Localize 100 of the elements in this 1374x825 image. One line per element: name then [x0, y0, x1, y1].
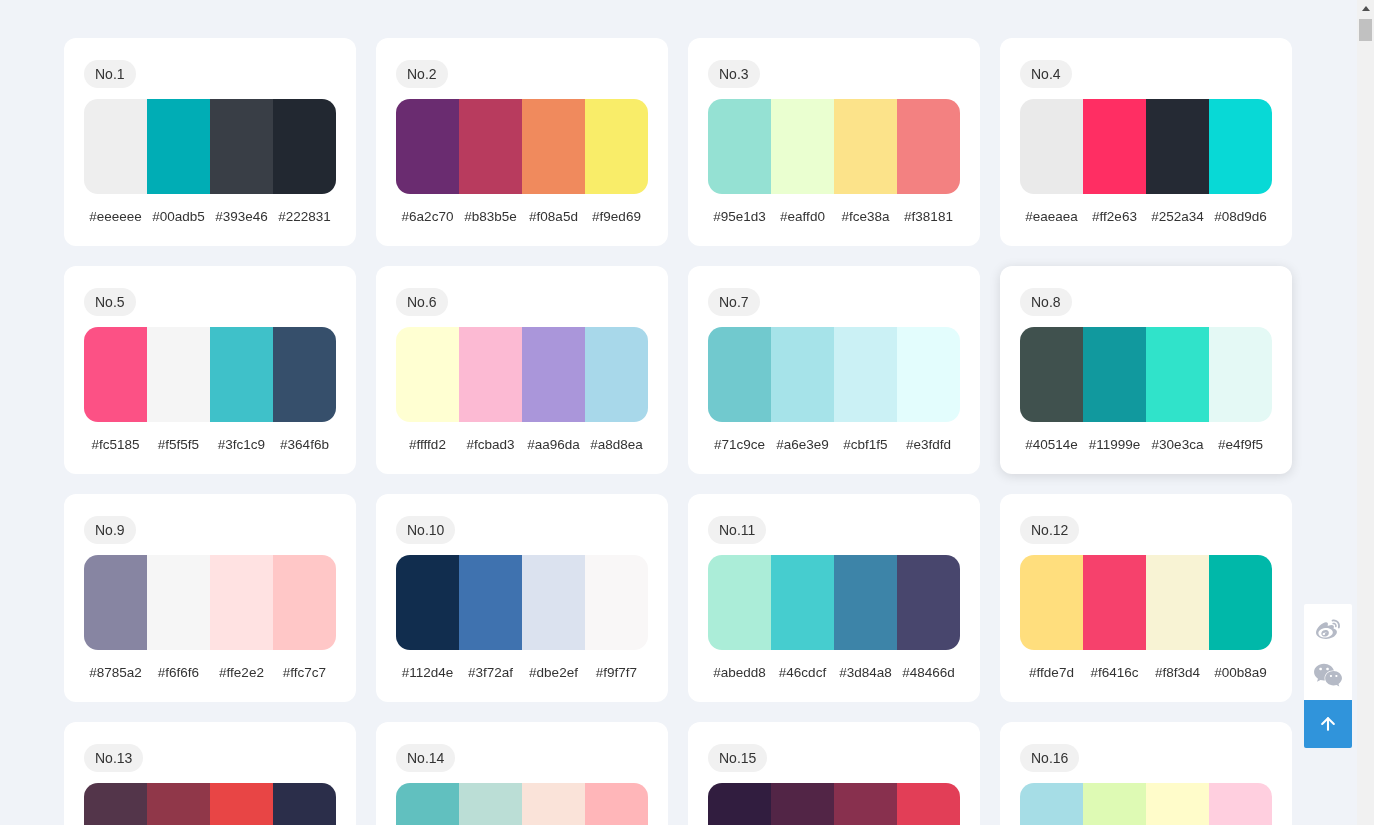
palette-card[interactable]: No.7 #71c9ce #a6e3e9 #cbf1f5 #e3fdfd: [688, 266, 980, 474]
color-swatch[interactable]: [1083, 327, 1146, 422]
hex-code: #f9f7f7: [594, 664, 639, 682]
color-swatch[interactable]: [84, 99, 147, 194]
color-swatch[interactable]: [708, 555, 771, 650]
color-swatch[interactable]: [1083, 99, 1146, 194]
color-swatch[interactable]: [1020, 99, 1083, 194]
palette-number: No.16: [1020, 744, 1080, 772]
hex-code: #3d84a8: [838, 664, 893, 682]
color-swatch[interactable]: [585, 555, 648, 650]
palette-card[interactable]: No.4 #eaeaea #ff2e63 #252a34 #08d9d6: [1000, 38, 1292, 246]
color-swatch[interactable]: [459, 99, 522, 194]
hex-code: #f8f3d4: [1153, 664, 1201, 682]
hex-code: #ff2e63: [1091, 208, 1138, 226]
chat-bubbles-icon[interactable]: [1313, 662, 1343, 688]
color-swatch[interactable]: [1020, 555, 1083, 650]
color-swatch[interactable]: [1209, 555, 1272, 650]
palette-number: No.8: [1020, 288, 1072, 316]
color-swatch[interactable]: [1146, 327, 1209, 422]
hex-code: #40514e: [1024, 436, 1079, 454]
palette-card[interactable]: No.10 #112d4e #3f72af #dbe2ef #f9f7f7: [376, 494, 668, 702]
color-swatch[interactable]: [147, 99, 210, 194]
color-swatch[interactable]: [147, 555, 210, 650]
palette-card[interactable]: No.8 #40514e #11999e #30e3ca #e4f9f5: [1000, 266, 1292, 474]
color-swatch[interactable]: [273, 327, 336, 422]
color-swatch[interactable]: [771, 555, 834, 650]
palette-card[interactable]: No.6 #ffffd2 #fcbad3 #aa96da #a8d8ea: [376, 266, 668, 474]
color-swatch[interactable]: [210, 327, 273, 422]
hex-code: #364f6b: [279, 436, 330, 454]
palette-card[interactable]: No.1 #eeeeee #00adb5 #393e46 #222831: [64, 38, 356, 246]
color-swatch[interactable]: [585, 99, 648, 194]
palette-number: No.11: [708, 516, 767, 544]
palette-number: No.15: [708, 744, 768, 772]
hex-code: #11999e: [1087, 436, 1142, 454]
palette-number: No.1: [84, 60, 136, 88]
palette-number: No.9: [84, 516, 136, 544]
color-swatch[interactable]: [708, 327, 771, 422]
back-to-top-button[interactable]: [1304, 700, 1352, 748]
color-swatch[interactable]: [210, 99, 273, 194]
palette-number: No.12: [1020, 516, 1080, 544]
hex-code: #f6416c: [1089, 664, 1140, 682]
hex-code: #f6f6f6: [156, 664, 201, 682]
up-arrow-icon: [1318, 714, 1338, 734]
color-swatch[interactable]: [708, 99, 771, 194]
hex-code: #eaeaea: [1024, 208, 1079, 226]
color-swatch[interactable]: [1209, 327, 1272, 422]
color-swatch[interactable]: [84, 327, 147, 422]
palette-card[interactable]: No.3 #95e1d3 #eaffd0 #fce38a #f38181: [688, 38, 980, 246]
color-swatch[interactable]: [84, 555, 147, 650]
hex-code: #fce38a: [840, 208, 891, 226]
scrollbar-thumb[interactable]: [1359, 19, 1372, 41]
hex-code: #222831: [277, 208, 332, 226]
color-swatch[interactable]: [585, 327, 648, 422]
palette-card[interactable]: No.2 #6a2c70 #b83b5e #f08a5d #f9ed69: [376, 38, 668, 246]
hex-code: #dbe2ef: [528, 664, 579, 682]
palette-number: No.10: [396, 516, 456, 544]
hex-code: #e4f9f5: [1216, 436, 1264, 454]
color-swatch[interactable]: [396, 327, 459, 422]
palette-card[interactable]: No.9 #8785a2 #f6f6f6 #ffe2e2 #ffc7c7: [64, 494, 356, 702]
color-swatch[interactable]: [210, 555, 273, 650]
hex-code: #08d9d6: [1213, 208, 1268, 226]
palette-card[interactable]: No.15: [688, 722, 980, 825]
hex-code: #abedd8: [712, 664, 767, 682]
color-swatch[interactable]: [897, 327, 960, 422]
color-swatch[interactable]: [834, 555, 897, 650]
color-swatch[interactable]: [1209, 99, 1272, 194]
palette-number: No.3: [708, 60, 760, 88]
palette-card[interactable]: No.12 #ffde7d #f6416c #f8f3d4 #00b8a9: [1000, 494, 1292, 702]
color-swatch[interactable]: [1020, 327, 1083, 422]
color-swatch[interactable]: [147, 327, 210, 422]
palette-card[interactable]: No.16: [1000, 722, 1292, 825]
hex-code: #48466d: [901, 664, 956, 682]
color-swatch[interactable]: [273, 555, 336, 650]
color-swatch[interactable]: [771, 327, 834, 422]
palette-card[interactable]: No.14: [376, 722, 668, 825]
color-swatch[interactable]: [1083, 555, 1146, 650]
scroll-up-arrow-icon[interactable]: [1361, 6, 1370, 11]
color-swatch[interactable]: [771, 99, 834, 194]
color-swatch[interactable]: [522, 555, 585, 650]
color-swatch[interactable]: [273, 99, 336, 194]
hex-code: #fcbad3: [465, 436, 516, 454]
hex-code: #3f72af: [466, 664, 514, 682]
color-swatch[interactable]: [897, 99, 960, 194]
color-swatch[interactable]: [522, 99, 585, 194]
palette-card[interactable]: No.5 #fc5185 #f5f5f5 #3fc1c9 #364f6b: [64, 266, 356, 474]
weibo-icon[interactable]: [1314, 618, 1342, 642]
color-swatch[interactable]: [459, 327, 522, 422]
color-swatch[interactable]: [396, 99, 459, 194]
hex-code: #eaffd0: [779, 208, 826, 226]
color-swatch[interactable]: [1146, 99, 1209, 194]
color-swatch[interactable]: [1146, 555, 1209, 650]
color-swatch[interactable]: [897, 555, 960, 650]
palette-number: No.4: [1020, 60, 1072, 88]
palette-card[interactable]: No.13: [64, 722, 356, 825]
color-swatch[interactable]: [522, 327, 585, 422]
color-swatch[interactable]: [396, 555, 459, 650]
color-swatch[interactable]: [834, 327, 897, 422]
color-swatch[interactable]: [459, 555, 522, 650]
palette-card[interactable]: No.11 #abedd8 #46cdcf #3d84a8 #48466d: [688, 494, 980, 702]
color-swatch[interactable]: [834, 99, 897, 194]
